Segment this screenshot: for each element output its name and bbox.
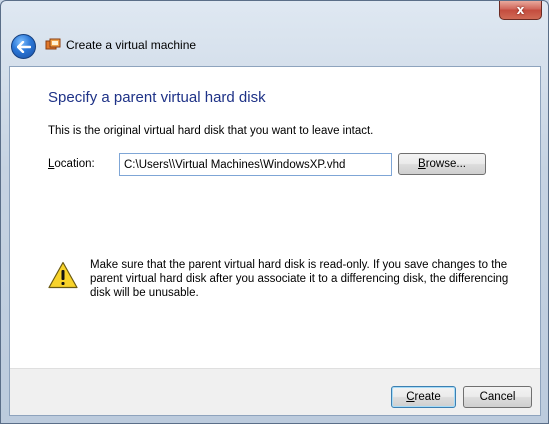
browse-accel: B (418, 158, 426, 170)
warning-message: Make sure that the parent virtual hard d… (90, 259, 509, 299)
create-accel: C (406, 391, 415, 403)
dialog-content: Specify a parent virtual hard disk This … (10, 67, 540, 368)
warning-icon (48, 261, 78, 289)
back-arrow-icon (16, 40, 31, 53)
location-input[interactable] (119, 153, 392, 176)
create-button[interactable]: Create (391, 386, 456, 408)
window-title: Create a virtual machine (66, 38, 197, 52)
location-label-text: ocation: (54, 158, 95, 170)
create-label: reate (414, 391, 441, 403)
page-description: This is the original virtual hard disk t… (48, 125, 374, 137)
cancel-button[interactable]: Cancel (463, 386, 532, 408)
back-button[interactable] (11, 34, 36, 59)
window-frame: x Create a virtual machine Specify a par… (0, 0, 549, 424)
dialog-footer: Create Cancel (10, 368, 540, 415)
browse-label: rowse... (425, 158, 466, 170)
location-label: Location: (48, 158, 95, 170)
close-icon: x (516, 3, 525, 17)
virtual-machine-icon (45, 38, 61, 50)
close-button[interactable]: x (499, 1, 542, 20)
dialog-client-area: Specify a parent virtual hard disk This … (9, 66, 541, 416)
browse-button[interactable]: Browse... (398, 153, 486, 175)
page-heading: Specify a parent virtual hard disk (48, 89, 266, 106)
